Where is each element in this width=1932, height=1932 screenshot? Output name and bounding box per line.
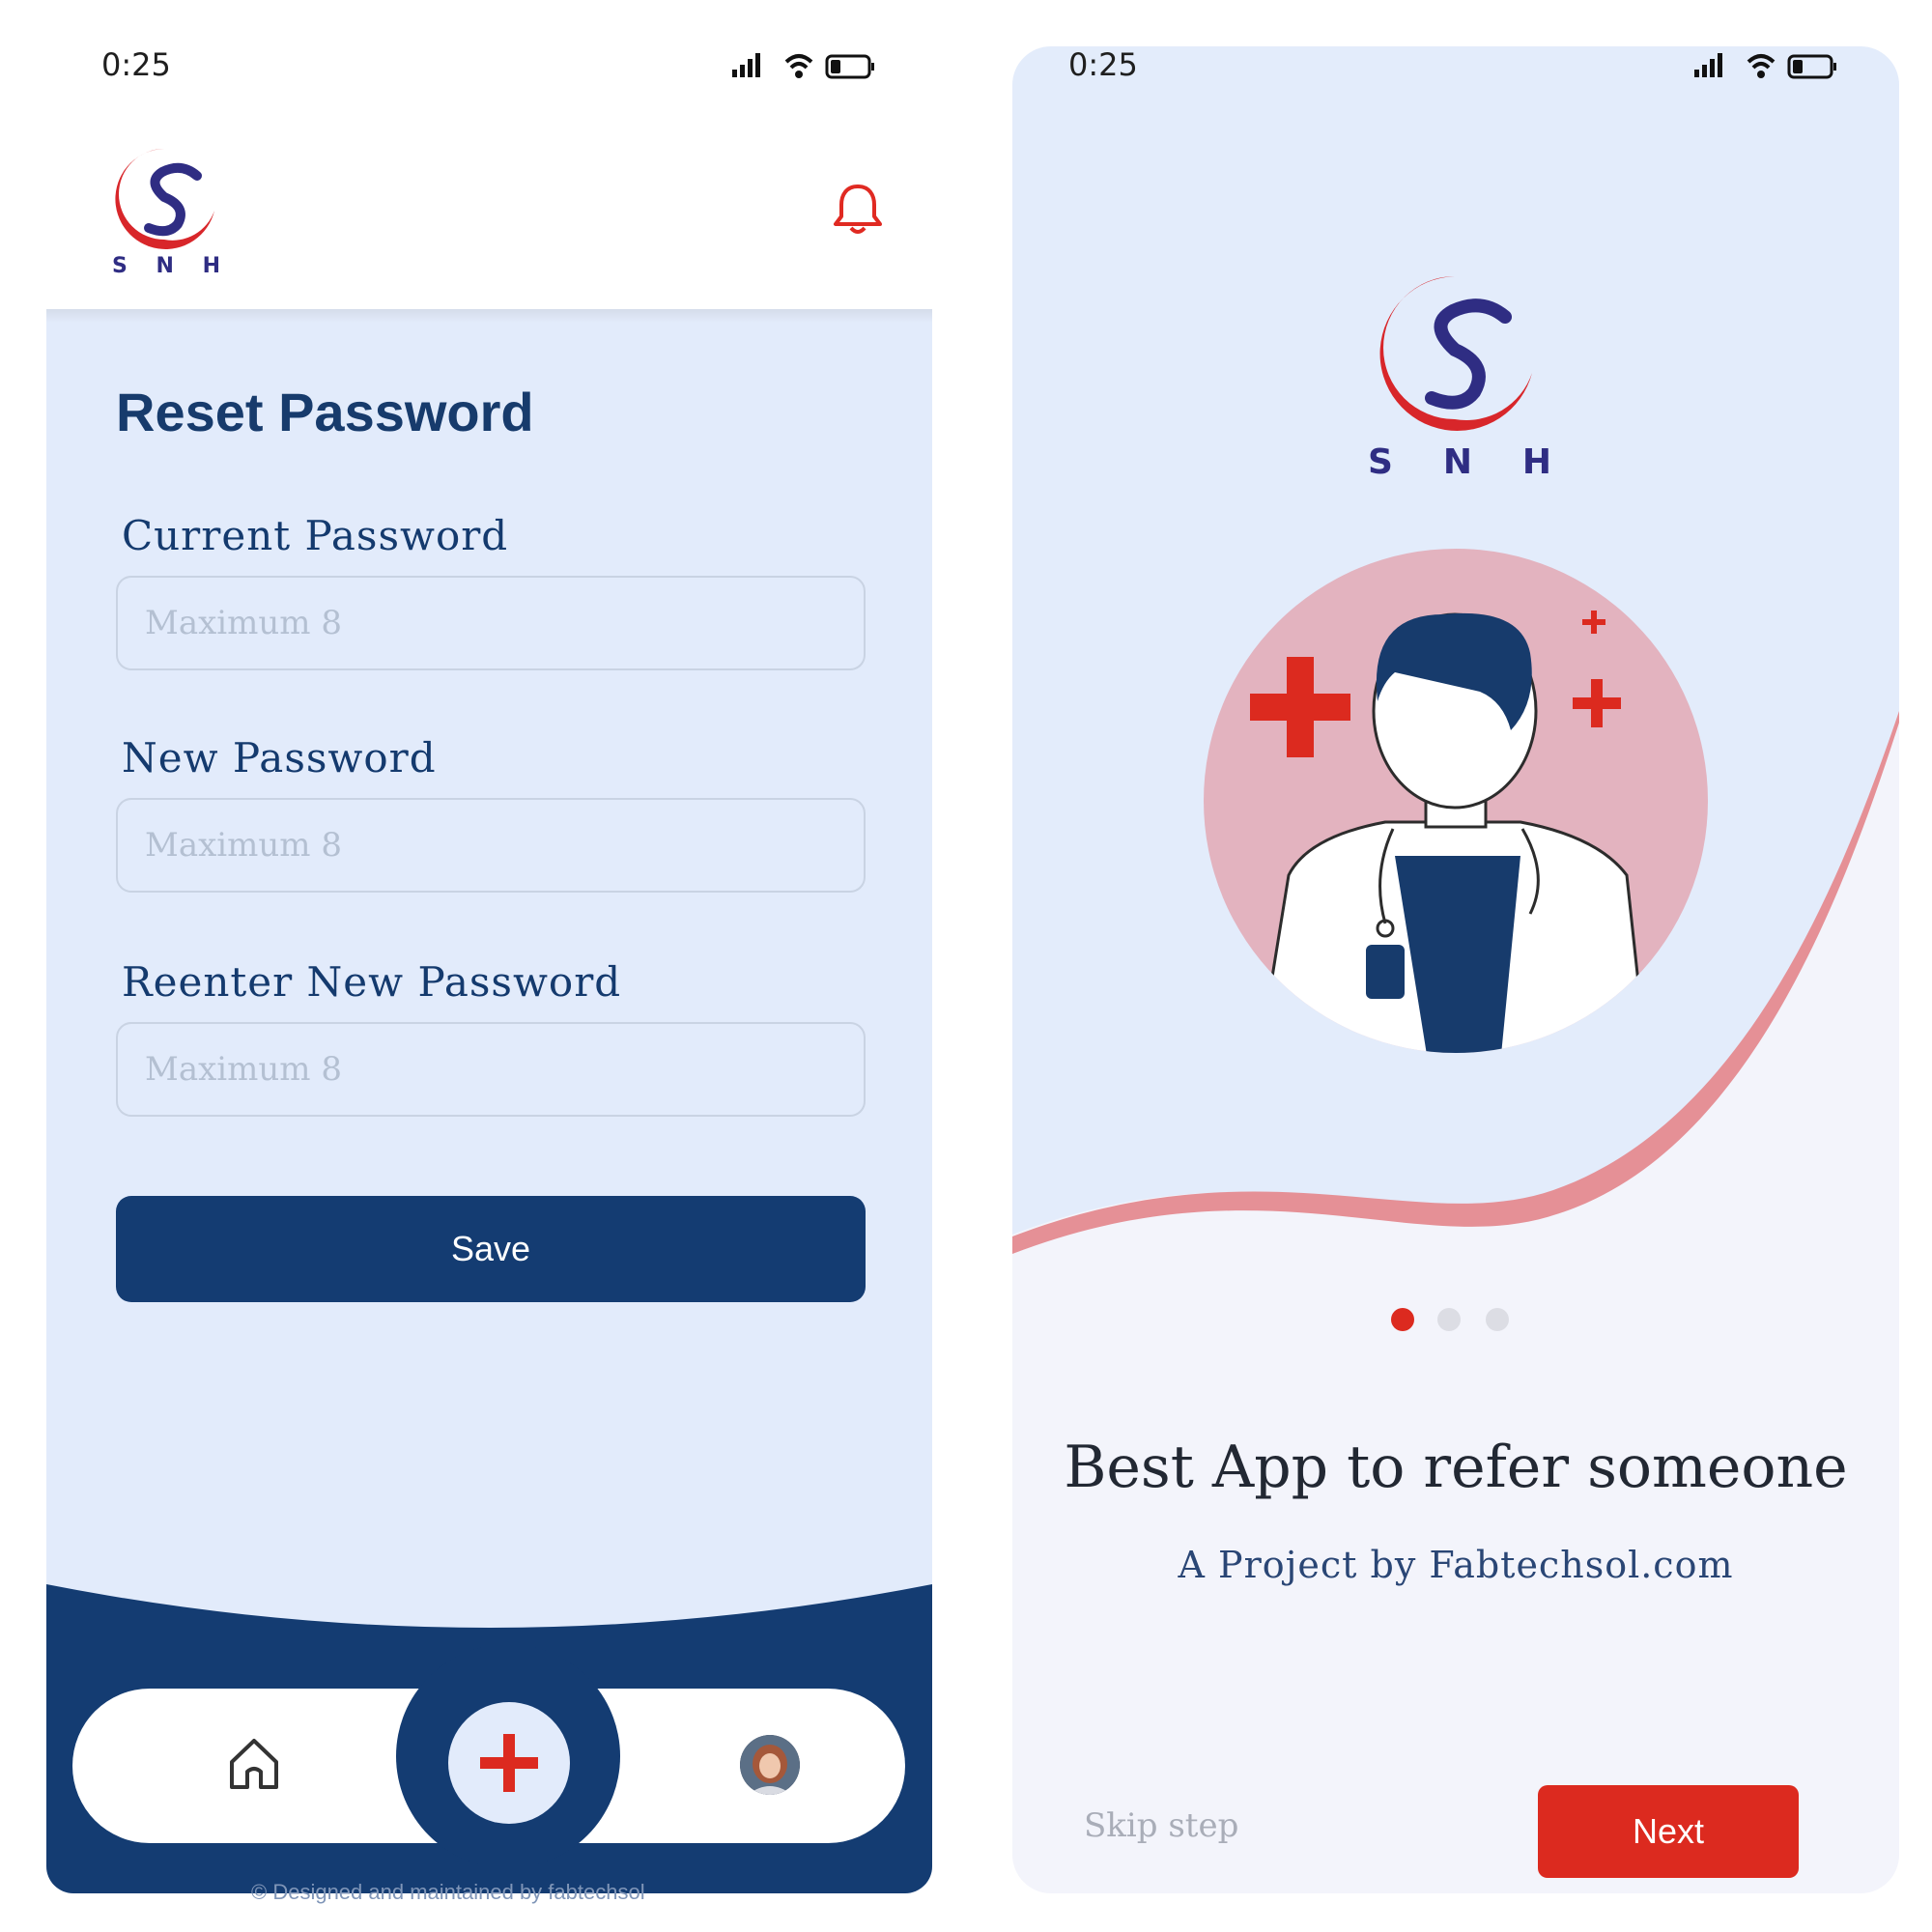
pager-dot-1[interactable]	[1391, 1308, 1414, 1331]
avatar-icon	[740, 1735, 800, 1795]
status-time: 0:25	[1068, 46, 1138, 83]
snh-logo: SNH	[112, 149, 220, 278]
plus-icon	[480, 1734, 538, 1792]
current-password-label: Current Password	[122, 512, 509, 559]
status-icons	[732, 53, 874, 79]
wifi-icon	[1747, 54, 1776, 78]
pager-dot-3[interactable]	[1486, 1308, 1509, 1331]
doctor-illustration	[1204, 549, 1708, 1053]
reenter-password-input[interactable]	[116, 1022, 866, 1117]
home-icon[interactable]	[226, 1735, 282, 1793]
battery-icon	[1787, 54, 1836, 79]
current-password-input[interactable]	[116, 576, 866, 670]
battery-icon	[825, 54, 874, 79]
onboarding-screen: 0:25 SNH Best App to refer someone A Pro…	[1012, 46, 1899, 1893]
onboarding-subtitle: A Project by Fabtechsol.com	[1178, 1544, 1734, 1586]
reenter-password-label: Reenter New Password	[122, 958, 622, 1006]
status-time: 0:25	[101, 46, 171, 83]
page-title: Reset Password	[116, 382, 534, 442]
pager-dot-2[interactable]	[1437, 1308, 1461, 1331]
signal-icon	[1694, 53, 1722, 77]
logo-text: SNH	[1368, 442, 1551, 481]
onboarding-headline: Best App to refer someone	[1064, 1434, 1848, 1501]
footer-text: © Designed and maintained by fabtechsol	[251, 1880, 645, 1904]
profile-avatar[interactable]	[740, 1735, 800, 1795]
snh-logo-large: SNH	[1368, 276, 1551, 481]
notification-bell-icon[interactable]	[831, 182, 885, 238]
logo-text: SNH	[112, 254, 220, 278]
skip-step-link[interactable]: Skip step	[1084, 1806, 1238, 1845]
wifi-icon	[784, 54, 813, 78]
new-password-input[interactable]	[116, 798, 866, 893]
add-referral-button[interactable]	[448, 1702, 570, 1824]
signal-icon	[732, 53, 760, 77]
next-button[interactable]: Next	[1538, 1785, 1799, 1878]
status-icons	[1694, 53, 1836, 79]
save-button[interactable]: Save	[116, 1196, 866, 1302]
new-password-label: New Password	[122, 734, 437, 781]
